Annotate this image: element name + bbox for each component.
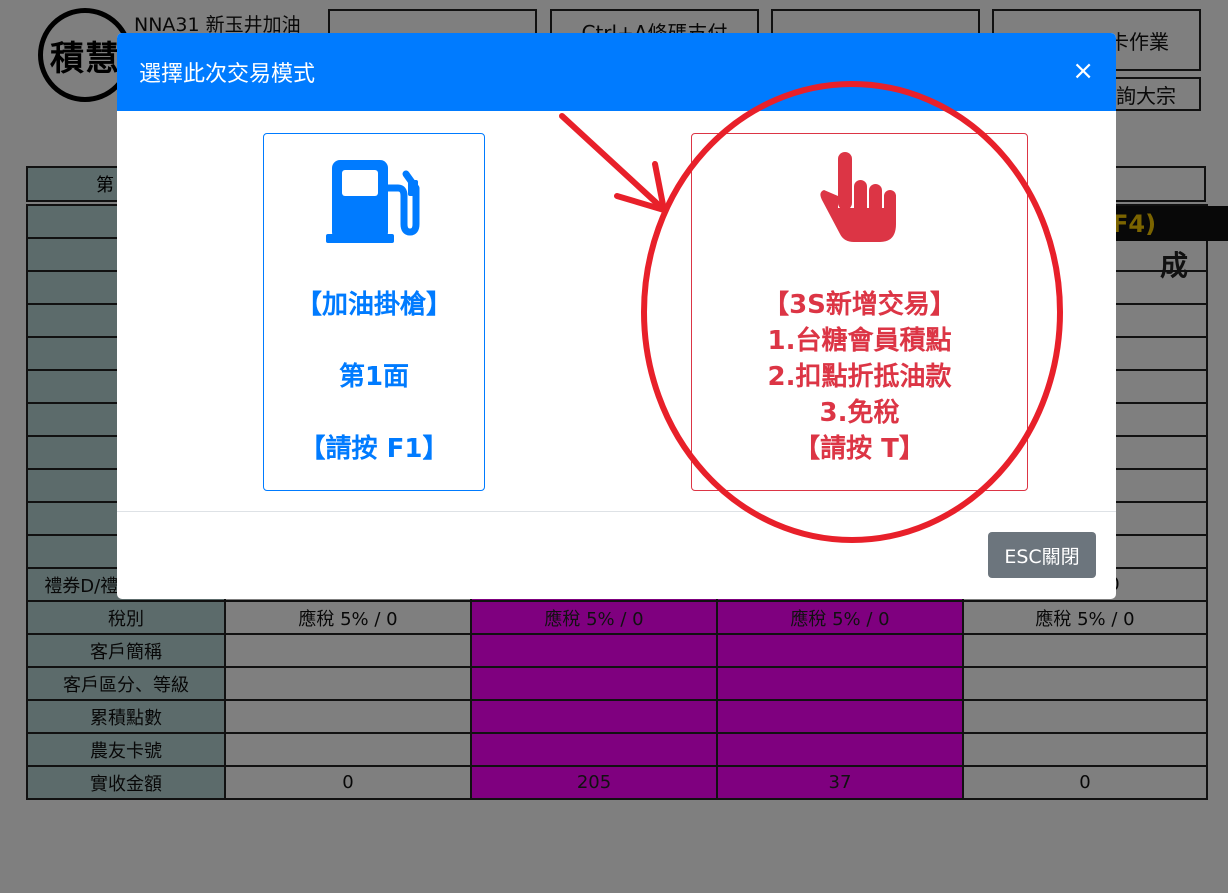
new-3s-item-tax-free: 3.免稅 [819,398,900,428]
esc-close-button[interactable]: ESC關閉 [988,532,1096,578]
new-3s-hint: 【請按 T】 [794,434,925,464]
pointing-hand-icon [818,152,902,248]
fuel-nozzle-option-card[interactable]: 【加油掛槍】 第1面 【請按 F1】 [263,133,485,491]
fuel-nozzle-hint: 【請按 F1】 [299,434,449,464]
modal-header: 選擇此次交易模式 × [117,33,1116,111]
new-3s-title: 【3S新增交易】 [763,290,956,320]
modal-title: 選擇此次交易模式 [139,62,316,87]
transaction-mode-modal: 選擇此次交易模式 × 【加油掛槍】 第1面 【請按 F1】 【3S新增交易】 1… [117,33,1116,599]
modal-footer-divider [117,511,1116,512]
fuel-nozzle-title: 【加油掛槍】 [295,290,452,320]
fuel-nozzle-side: 第1面 [338,362,410,392]
fuel-pump-icon [326,154,422,254]
close-icon[interactable]: × [1072,57,1094,85]
new-3s-item-redeem-points: 2.扣點折抵油款 [767,362,952,392]
new-3s-item-member-points: 1.台糖會員積點 [767,326,952,356]
new-3s-transaction-option-card[interactable]: 【3S新增交易】 1.台糖會員積點 2.扣點折抵油款 3.免稅 【請按 T】 [691,133,1028,491]
